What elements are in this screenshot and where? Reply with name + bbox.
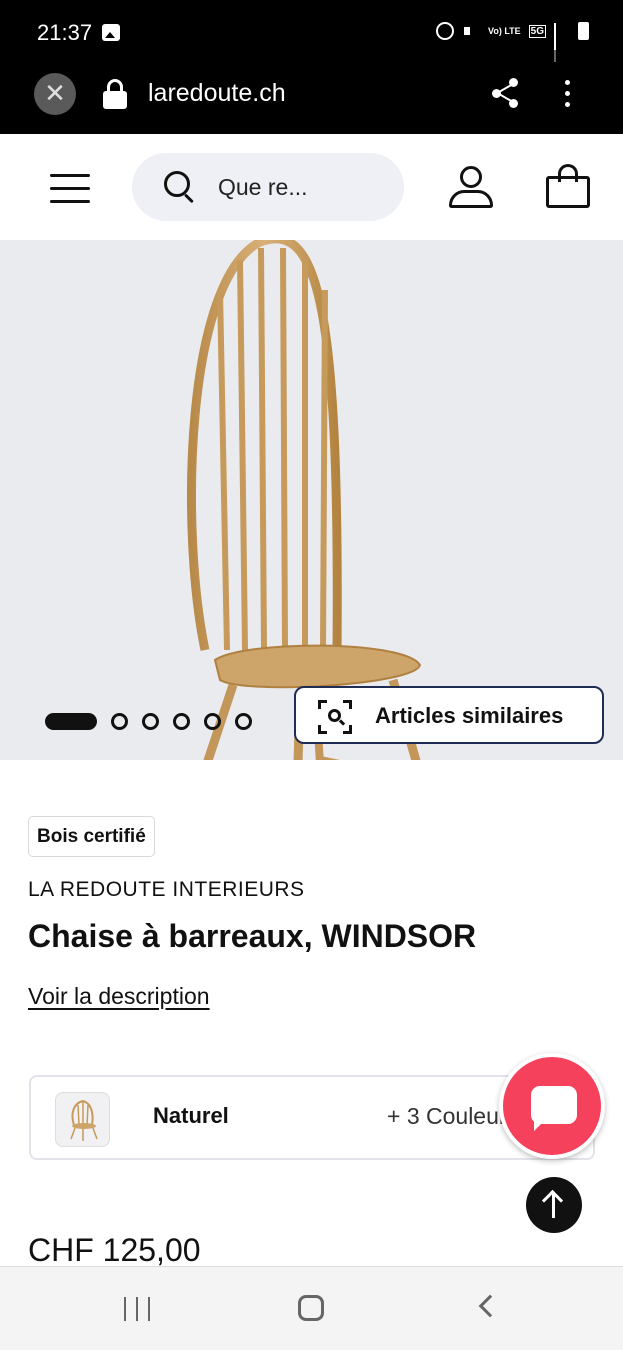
search-input[interactable]: Que re... xyxy=(132,153,404,221)
product-image xyxy=(187,240,422,760)
url-text[interactable]: laredoute.ch xyxy=(148,79,286,108)
certified-badge: Bois certifié xyxy=(28,816,155,857)
battery-icon xyxy=(578,22,589,40)
selected-color: Naturel xyxy=(153,1103,229,1128)
product-gallery[interactable]: Articles similaires xyxy=(0,240,623,760)
status-time: 21:37 xyxy=(37,20,93,45)
signal-icon xyxy=(554,23,570,66)
site-header: Que re... xyxy=(0,134,623,240)
close-icon[interactable]: ✕ xyxy=(34,73,76,115)
scan-icon xyxy=(318,700,352,734)
mute-icon xyxy=(462,22,480,40)
color-thumbnail xyxy=(55,1092,110,1147)
gallery-dot[interactable] xyxy=(111,713,128,730)
bag-icon[interactable] xyxy=(546,164,590,210)
similar-articles-button[interactable]: Articles similaires xyxy=(294,686,604,744)
hamburger-icon[interactable] xyxy=(50,174,90,204)
arrow-up-icon[interactable] xyxy=(526,1177,582,1233)
network-type: 5G xyxy=(528,24,546,38)
more-vert-icon[interactable] xyxy=(563,80,571,108)
gallery-pagination xyxy=(45,713,252,730)
product-price: CHF 125,00 xyxy=(28,1232,201,1268)
search-icon xyxy=(164,171,196,204)
home-icon[interactable] xyxy=(298,1295,324,1321)
network-label: Vo) LTE xyxy=(487,25,521,36)
product-title: Chaise à barreaux, WINDSOR xyxy=(28,918,477,954)
gallery-dot[interactable] xyxy=(235,713,252,730)
gallery-dot[interactable] xyxy=(204,713,221,730)
gallery-dot[interactable] xyxy=(142,713,159,730)
status-bar: 21:37 Vo) LTE 5G xyxy=(0,0,623,66)
gallery-dot[interactable] xyxy=(173,713,190,730)
image-icon xyxy=(102,24,120,41)
alarm-icon xyxy=(435,22,454,40)
description-link[interactable]: Voir la description xyxy=(28,983,210,1010)
back-icon[interactable] xyxy=(478,1294,502,1318)
similar-articles-label: Articles similaires xyxy=(375,703,564,728)
user-icon[interactable] xyxy=(449,166,493,210)
chat-icon[interactable] xyxy=(499,1053,605,1159)
share-icon[interactable] xyxy=(492,78,520,108)
lock-icon[interactable] xyxy=(103,79,127,109)
product-brand[interactable]: LA REDOUTE INTERIEURS xyxy=(28,878,305,902)
recent-apps-icon[interactable] xyxy=(124,1297,150,1321)
browser-toolbar: ✕ laredoute.ch xyxy=(0,62,623,134)
status-icons: Vo) LTE 5G xyxy=(435,22,589,66)
system-nav-bar xyxy=(0,1266,623,1350)
gallery-dot[interactable] xyxy=(45,713,97,730)
search-placeholder: Que re... xyxy=(218,174,308,200)
